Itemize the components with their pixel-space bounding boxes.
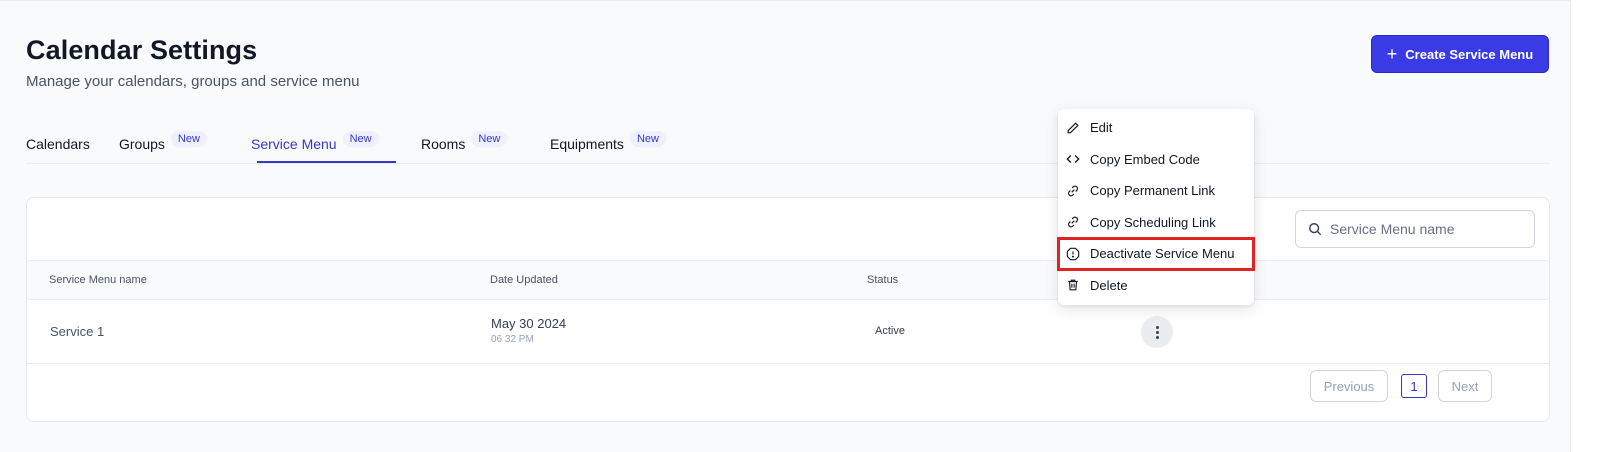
tab-calendars[interactable]: Calendars [26,136,90,152]
new-badge: New [170,131,207,147]
table-header: Service Menu name Date Updated Status [27,260,1549,300]
column-header-date[interactable]: Date Updated [490,274,558,286]
tab-groups[interactable]: Groups New [119,131,207,152]
search-box[interactable] [1295,210,1535,248]
code-icon [1066,152,1080,166]
table-row[interactable]: Service 1 May 30 2024 06 32 PM Active [27,300,1549,364]
menu-item-label: Delete [1090,277,1128,293]
column-header-status[interactable]: Status [867,274,898,286]
right-edge-panel [1570,0,1600,452]
status-badge: Active [875,325,905,337]
tab-label: Groups [119,136,165,152]
next-page-button[interactable]: Next [1438,370,1492,402]
menu-item-label: Copy Permanent Link [1090,183,1216,199]
menu-item-label: Copy Scheduling Link [1090,214,1216,230]
previous-page-button[interactable]: Previous [1310,370,1388,402]
time-updated: 06 32 PM [491,334,534,345]
page-number-button[interactable]: 1 [1401,374,1427,398]
settings-tabs: Calendars Groups New Service Menu New Ro… [26,126,1550,164]
create-service-menu-label: Create Service Menu [1405,46,1534,62]
date-updated: May 30 2024 [491,316,567,331]
column-header-name[interactable]: Service Menu name [49,274,147,286]
new-badge: New [629,131,666,147]
link-icon [1066,184,1080,198]
search-icon [1309,223,1322,236]
page-title: Calendar Settings [26,35,258,65]
tab-service-menu[interactable]: Service Menu New [251,131,379,152]
service-name: Service 1 [50,324,105,339]
menu-item-label: Edit [1090,120,1113,136]
tab-equipments[interactable]: Equipments New [550,131,666,152]
page: Calendar Settings Manage your calendars,… [0,0,1570,452]
kebab-dot [1155,330,1159,334]
menu-item-copy-embed-code[interactable]: Copy Embed Code [1058,144,1254,176]
trash-icon [1066,278,1080,292]
search-input[interactable] [1330,221,1520,237]
alert-hexagon-icon [1066,247,1080,261]
pencil-icon [1066,121,1080,135]
menu-item-copy-scheduling-link[interactable]: Copy Scheduling Link [1058,207,1254,239]
plus-icon: + [1386,44,1398,64]
kebab-dot [1155,325,1159,329]
tab-label: Calendars [26,136,90,152]
menu-item-delete[interactable]: Delete [1058,270,1254,302]
tab-label: Equipments [550,136,624,152]
tab-rooms[interactable]: Rooms New [421,131,508,152]
menu-item-label: Deactivate Service Menu [1090,246,1235,262]
service-menu-card: Service Menu name Date Updated Status Se… [26,197,1550,422]
tab-label: Service Menu [251,136,337,152]
menu-item-label: Copy Embed Code [1090,151,1200,167]
menu-item-deactivate-service-menu[interactable]: Deactivate Service Menu [1057,237,1255,271]
menu-item-edit[interactable]: Edit [1058,112,1254,144]
new-badge: New [342,131,379,147]
link-icon [1066,215,1080,229]
tab-label: Rooms [421,136,466,152]
active-tab-indicator [257,161,396,163]
page-subtitle: Manage your calendars, groups and servic… [26,73,360,90]
create-service-menu-button[interactable]: + Create Service Menu [1371,35,1549,73]
kebab-dot [1155,335,1159,339]
row-actions-button[interactable] [1141,316,1173,348]
menu-item-copy-permanent-link[interactable]: Copy Permanent Link [1058,175,1254,207]
row-actions-menu: Edit Copy Embed Code Copy Permanent Link… [1057,109,1255,305]
new-badge: New [471,131,508,147]
